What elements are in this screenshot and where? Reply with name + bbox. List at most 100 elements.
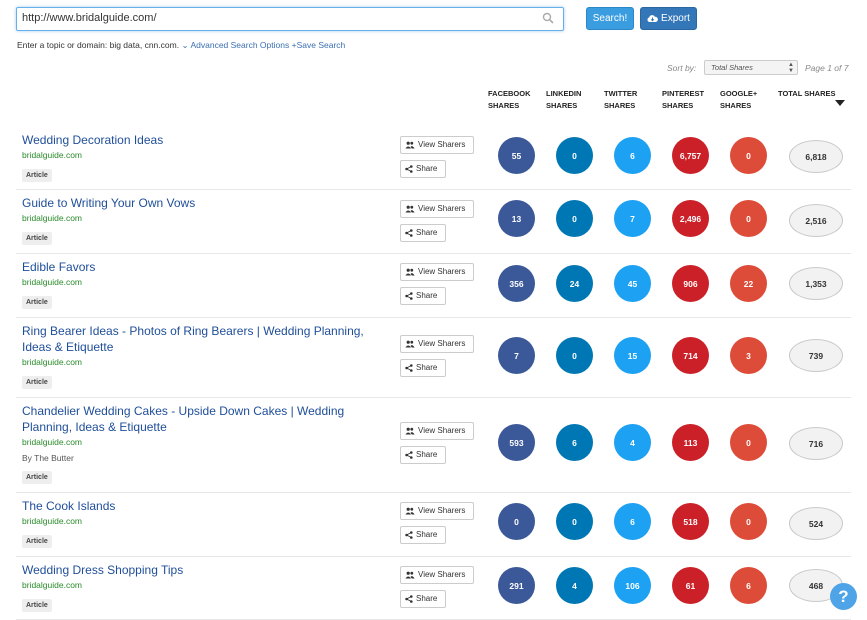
sort-select[interactable]: Total Shares ▲ ▼ (704, 60, 798, 75)
google-shares-count[interactable]: 3 (730, 337, 767, 374)
twitter-shares-count[interactable]: 6 (614, 137, 651, 174)
twitter-shares-count[interactable]: 45 (614, 265, 651, 302)
share-label: Share (416, 450, 438, 459)
view-sharers-button[interactable]: View Sharers (400, 502, 474, 520)
linkedin-shares-count[interactable]: 0 (556, 337, 593, 374)
column-header-twitter[interactable]: TWITTER SHARES (604, 88, 637, 112)
pinterest-shares-count[interactable]: 714 (672, 337, 709, 374)
sort-selected-value: Total Shares (711, 63, 753, 72)
article-title-link[interactable]: Wedding Dress Shopping Tips (22, 562, 372, 578)
article-domain-link[interactable]: bridalguide.com (22, 516, 82, 526)
linkedin-shares-count[interactable]: 0 (556, 200, 593, 237)
total-shares-count: 1,353 (789, 267, 843, 300)
result-row: Edible Favors bridalguide.com Article View… (16, 253, 851, 318)
article-domain-link[interactable]: bridalguide.com (22, 213, 82, 223)
view-sharers-button[interactable]: View Sharers (400, 422, 474, 440)
share-label: Share (416, 530, 438, 539)
article-domain-link[interactable]: bridalguide.com (22, 150, 82, 160)
article-domain-link[interactable]: bridalguide.com (22, 580, 82, 590)
save-search-link[interactable]: +Save Search (292, 40, 346, 50)
users-icon (405, 507, 415, 515)
google-shares-count[interactable]: 22 (730, 265, 767, 302)
twitter-shares-count[interactable]: 4 (614, 424, 651, 461)
share-icon (405, 451, 413, 459)
export-button[interactable]: Export (640, 7, 697, 30)
pinterest-shares-count[interactable]: 2,496 (672, 200, 709, 237)
facebook-shares-count[interactable]: 55 (498, 137, 535, 174)
content-type-badge: Article (22, 296, 52, 309)
column-header-pinterest[interactable]: PINTEREST SHARES (662, 88, 704, 112)
article-domain-link[interactable]: bridalguide.com (22, 357, 82, 367)
view-sharers-button[interactable]: View Sharers (400, 335, 474, 353)
sort-desc-icon[interactable] (835, 100, 845, 106)
facebook-shares-count[interactable]: 593 (498, 424, 535, 461)
column-header-google[interactable]: GOOGLE+ SHARES (720, 88, 757, 112)
share-button[interactable]: Share (400, 287, 446, 305)
linkedin-shares-count[interactable]: 0 (556, 137, 593, 174)
content-type-badge: Article (22, 169, 52, 182)
column-header-total[interactable]: TOTAL SHARES (778, 88, 836, 100)
advanced-search-link[interactable]: ⌄ Advanced Search Options (181, 40, 289, 50)
view-sharers-button[interactable]: View Sharers (400, 136, 474, 154)
column-header-linkedin[interactable]: LINKEDIN SHARES (546, 88, 581, 112)
google-shares-count[interactable]: 6 (730, 567, 767, 604)
pinterest-shares-count[interactable]: 6,757 (672, 137, 709, 174)
pinterest-shares-count[interactable]: 906 (672, 265, 709, 302)
select-arrows-icon: ▲ ▼ (788, 62, 794, 74)
share-button[interactable]: Share (400, 224, 446, 242)
result-row: Chandelier Wedding Cakes - Upside Down C… (16, 397, 851, 493)
hint-text: Enter a topic or domain: big data, cnn.c… (17, 40, 180, 50)
total-shares-count: 739 (789, 339, 843, 372)
share-button[interactable]: Share (400, 446, 446, 464)
article-domain-link[interactable]: bridalguide.com (22, 277, 82, 287)
article-title-link[interactable]: The Cook Islands (22, 498, 372, 514)
linkedin-shares-count[interactable]: 0 (556, 503, 593, 540)
twitter-shares-count[interactable]: 6 (614, 503, 651, 540)
linkedin-shares-count[interactable]: 6 (556, 424, 593, 461)
share-button[interactable]: Share (400, 526, 446, 544)
article-title-link[interactable]: Ring Bearer Ideas - Photos of Ring Beare… (22, 323, 372, 355)
share-button[interactable]: Share (400, 590, 446, 608)
result-row: Ring Bearer Ideas - Photos of Ring Beare… (16, 317, 851, 398)
linkedin-shares-count[interactable]: 4 (556, 567, 593, 604)
twitter-shares-count[interactable]: 106 (614, 567, 651, 604)
linkedin-shares-count[interactable]: 24 (556, 265, 593, 302)
article-domain-link[interactable]: bridalguide.com (22, 437, 82, 447)
share-icon (405, 165, 413, 173)
article-title-link[interactable]: Chandelier Wedding Cakes - Upside Down C… (22, 403, 372, 435)
share-button[interactable]: Share (400, 359, 446, 377)
share-label: Share (416, 164, 438, 173)
help-button[interactable]: ? (830, 583, 857, 610)
facebook-shares-count[interactable]: 7 (498, 337, 535, 374)
facebook-shares-count[interactable]: 0 (498, 503, 535, 540)
search-input[interactable] (17, 8, 522, 28)
view-sharers-button[interactable]: View Sharers (400, 200, 474, 218)
pinterest-shares-count[interactable]: 518 (672, 503, 709, 540)
share-button[interactable]: Share (400, 160, 446, 178)
total-shares-count: 524 (789, 507, 843, 540)
facebook-shares-count[interactable]: 13 (498, 200, 535, 237)
facebook-shares-count[interactable]: 291 (498, 567, 535, 604)
twitter-shares-count[interactable]: 7 (614, 200, 651, 237)
view-sharers-label: View Sharers (418, 204, 466, 213)
content-type-badge: Article (22, 535, 52, 548)
google-shares-count[interactable]: 0 (730, 503, 767, 540)
total-shares-count: 2,516 (789, 204, 843, 237)
search-button[interactable]: Search! (586, 7, 634, 30)
pinterest-shares-count[interactable]: 113 (672, 424, 709, 461)
article-title-link[interactable]: Guide to Writing Your Own Vows (22, 195, 372, 211)
article-title-link[interactable]: Edible Favors (22, 259, 372, 275)
facebook-shares-count[interactable]: 356 (498, 265, 535, 302)
search-box[interactable] (16, 7, 564, 31)
view-sharers-button[interactable]: View Sharers (400, 566, 474, 584)
pinterest-shares-count[interactable]: 61 (672, 567, 709, 604)
view-sharers-button[interactable]: View Sharers (400, 263, 474, 281)
google-shares-count[interactable]: 0 (730, 424, 767, 461)
google-shares-count[interactable]: 0 (730, 137, 767, 174)
article-title-link[interactable]: Wedding Decoration Ideas (22, 132, 372, 148)
google-shares-count[interactable]: 0 (730, 200, 767, 237)
search-icon (542, 12, 554, 24)
total-shares-count: 6,818 (789, 140, 843, 173)
column-header-facebook[interactable]: FACEBOOK SHARES (488, 88, 531, 112)
twitter-shares-count[interactable]: 15 (614, 337, 651, 374)
